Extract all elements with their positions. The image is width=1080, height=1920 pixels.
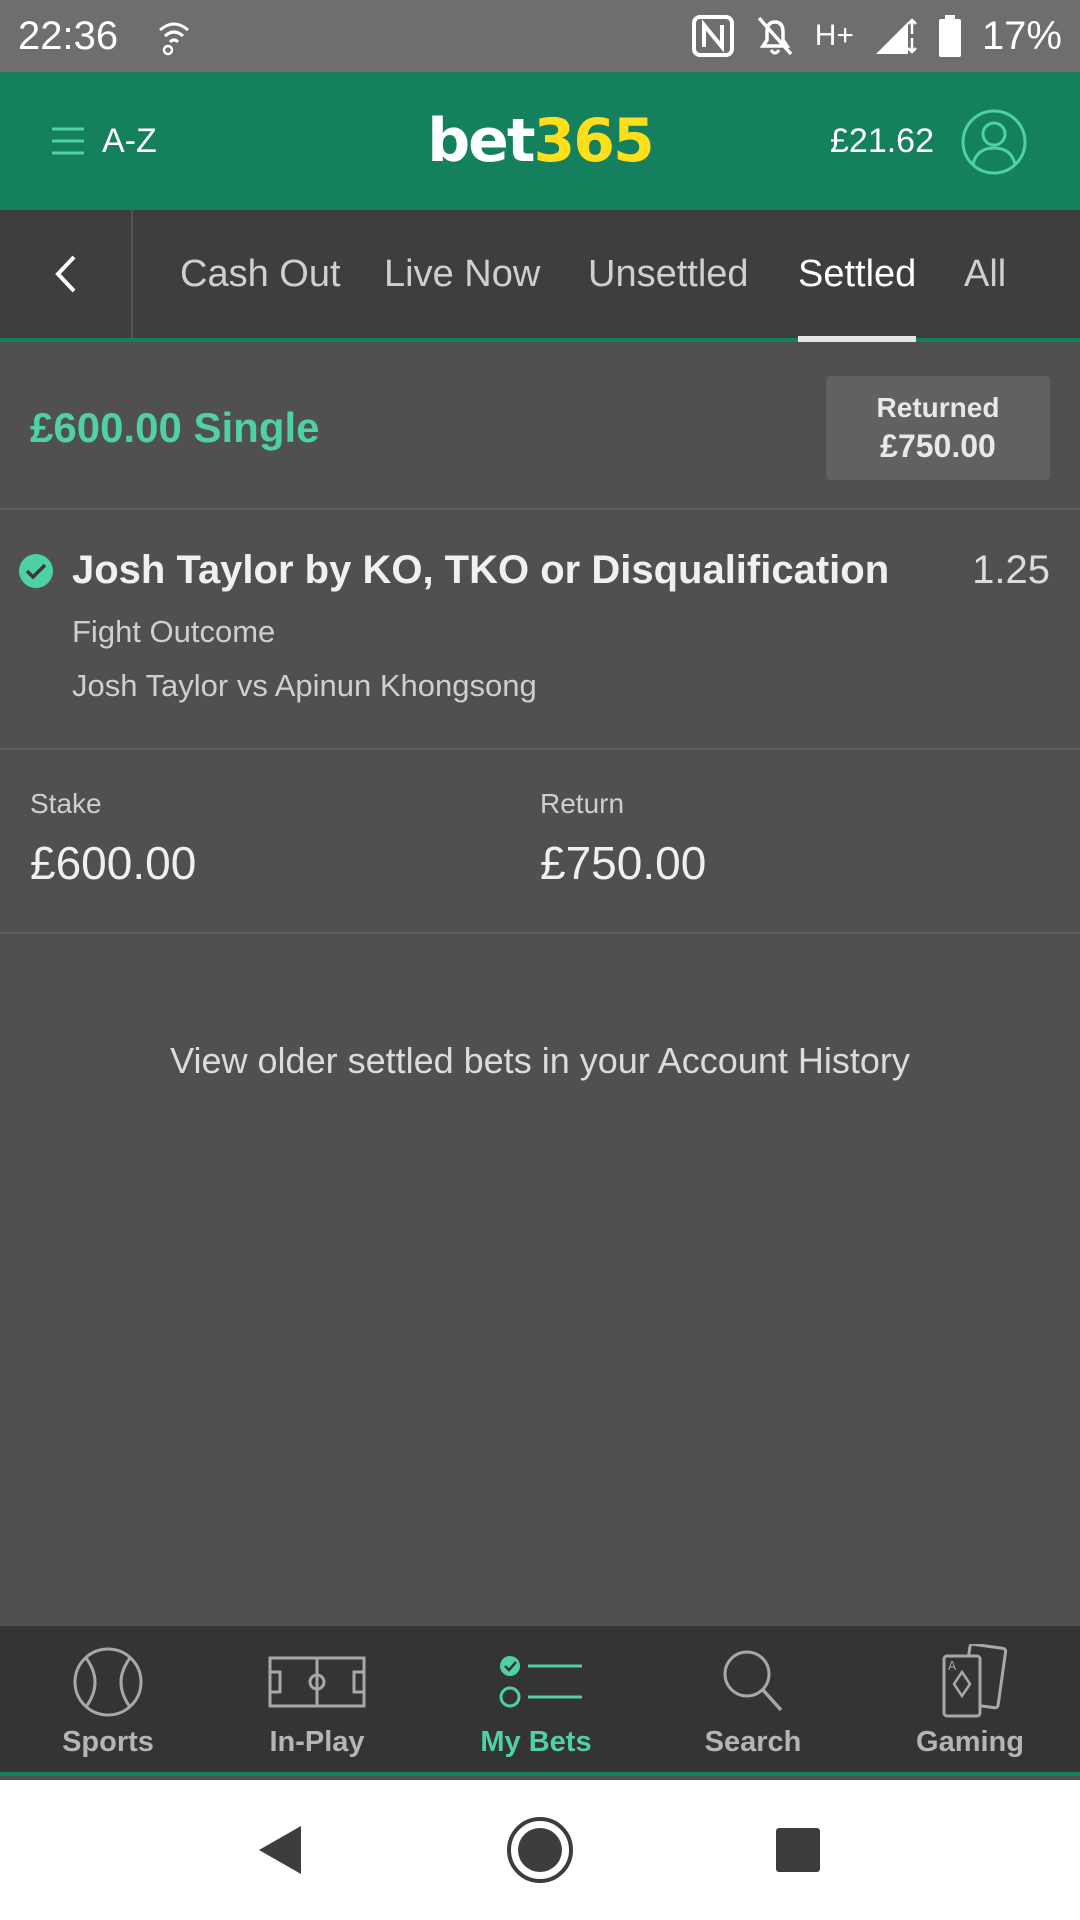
signal-icon [875,18,917,54]
logo-text-365: 365 [533,106,655,176]
tab-settled[interactable]: Settled [798,210,917,342]
nav-sports[interactable]: Sports [0,1626,216,1772]
nav-search-label: Search [704,1726,802,1758]
my-bets-icon [499,1656,582,1708]
mute-icon [757,16,793,56]
search-icon [723,1650,783,1712]
home-circle-icon [507,1817,573,1883]
battery-icon [938,15,961,57]
fixture-name: Josh Taylor vs Apinun Khongsong [72,668,537,703]
returned-label: Returned [876,391,1000,423]
wifi-call-icon [159,22,190,56]
status-bar: 22:36 H+ 17% [0,0,1080,72]
returned-amount: £750.00 [880,427,996,464]
account-avatar-icon[interactable] [960,108,1028,176]
selection-name: Josh Taylor by KO, TKO or Disqualificati… [72,548,890,592]
nav-in-play[interactable]: In-Play [209,1626,425,1772]
stake-return-row: Stake £600.00 Return £750.00 [0,752,1080,934]
app-header: A-Z bet 365 £21.62 [0,72,1080,210]
pitch-icon [268,1656,366,1708]
bet-title: £600.00 Single [30,404,320,451]
svg-text:A: A [948,1659,957,1673]
nfc-icon [691,15,734,57]
nav-search[interactable]: Search [645,1626,861,1772]
tab-cash-out[interactable]: Cash Out [180,210,341,338]
bet-filter-tabs: Cash Out Live Now Unsettled Settled All [0,210,1080,342]
system-home-button[interactable] [500,1810,580,1890]
system-back-button[interactable] [240,1810,320,1890]
triangle-back-icon [259,1826,301,1874]
selection-odds: 1.25 [972,548,1050,592]
bottom-navigation: Sports In-Play My Bets Search A Gaming [0,1626,1080,1776]
nav-sports-label: Sports [62,1726,154,1758]
chevron-left-icon [54,255,75,293]
system-navigation-bar [0,1780,1080,1920]
account-balance[interactable]: £21.62 [830,72,934,210]
tab-all[interactable]: All [964,210,1006,338]
status-time: 22:36 [18,13,119,58]
network-type: H+ [814,19,854,52]
returned-badge: Returned £750.00 [826,376,1050,480]
account-history-link[interactable]: View older settled bets in your Account … [0,1040,1080,1082]
won-check-icon [19,554,53,588]
nav-in-play-label: In-Play [269,1726,365,1758]
battery-percent: 17% [981,13,1062,58]
tab-unsettled[interactable]: Unsettled [588,210,749,338]
nav-gaming[interactable]: A Gaming [862,1626,1078,1772]
square-recents-icon [776,1828,820,1872]
back-button[interactable] [0,210,133,338]
tennis-ball-icon [73,1647,143,1717]
logo-text-bet: bet [427,106,535,176]
system-recents-button[interactable] [758,1810,838,1890]
market-name: Fight Outcome [72,614,276,649]
bet-card-header: £600.00 Single Returned £750.00 [0,346,1080,510]
nav-my-bets-label: My Bets [480,1726,592,1758]
stake-value: £600.00 [30,837,197,889]
stake-label: Stake [30,788,102,819]
return-value: £750.00 [540,837,707,889]
tab-live-now[interactable]: Live Now [384,210,540,338]
nav-my-bets[interactable]: My Bets [428,1626,644,1772]
nav-gaming-label: Gaming [916,1726,1024,1758]
return-label: Return [540,788,625,819]
bet-selection: Josh Taylor by KO, TKO or Disqualificati… [0,512,1080,750]
cards-icon: A [942,1644,1008,1718]
